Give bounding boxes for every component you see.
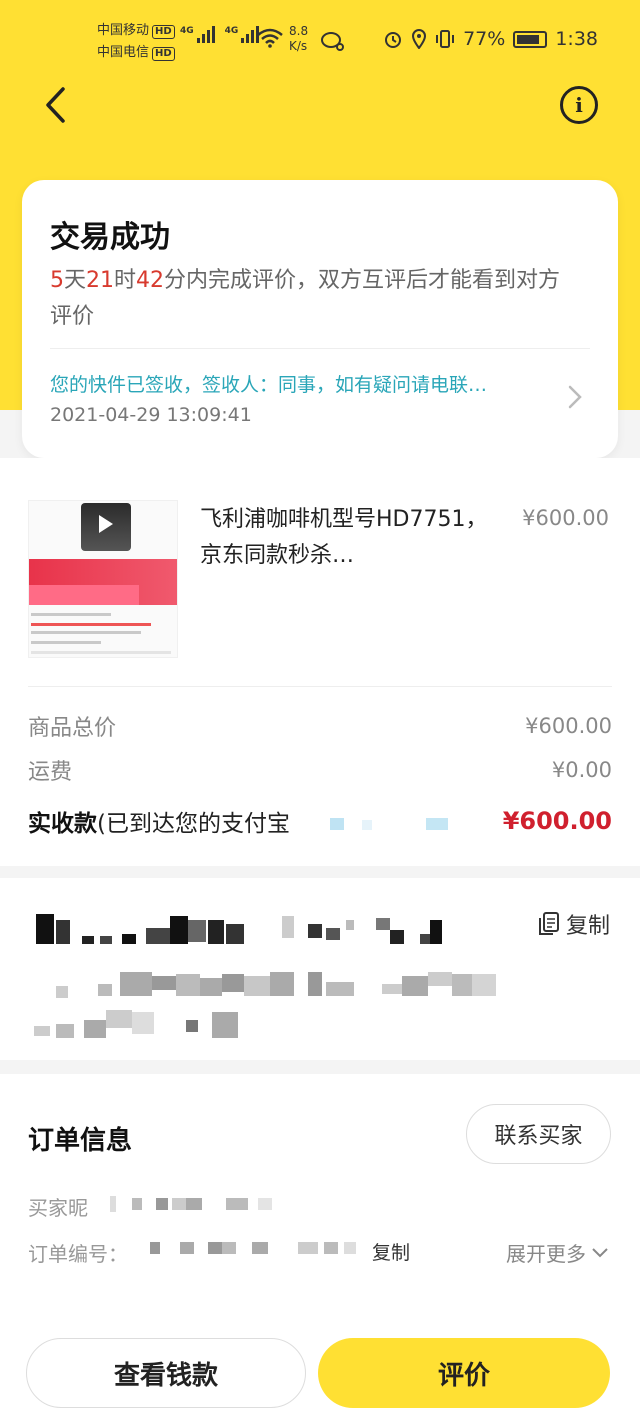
days-unit: 天 xyxy=(64,268,87,293)
chevron-right-icon[interactable] xyxy=(568,385,582,409)
back-button[interactable] xyxy=(38,85,72,125)
received-label-text: 实收款 xyxy=(28,811,97,837)
review-button[interactable]: 评价 xyxy=(318,1338,610,1408)
expand-more-button[interactable]: 展开更多 xyxy=(506,1238,608,1267)
carrier-1: 中国移动 xyxy=(97,23,150,38)
system-status: 77% 1:38 xyxy=(383,28,598,50)
product-section: 飞利浦咖啡机型号HD7751，京东同款秒杀… ¥600.00 商品总价 ¥600… xyxy=(0,458,640,866)
goods-total-value: ¥600.00 xyxy=(525,714,612,738)
order-number-label: 订单编号： xyxy=(28,1242,128,1266)
play-icon xyxy=(99,515,113,533)
chevron-down-icon xyxy=(592,1247,608,1257)
copy-icon xyxy=(538,912,559,935)
speed-value: 8.8 xyxy=(289,24,309,38)
goods-total-row: 商品总价 ¥600.00 xyxy=(28,710,612,742)
express-status-text[interactable]: 您的快件已签收，签收人：同事，如有疑问请电联… xyxy=(50,370,550,397)
chat-bubble-icon xyxy=(321,32,344,51)
promo-banner xyxy=(29,585,139,605)
copy-address-button[interactable]: 复制 xyxy=(538,908,610,940)
transaction-status-card: 交易成功 5天21时42分内完成评价，双方互评后才能看到对方评价 您的快件已签收… xyxy=(22,180,618,458)
countdown-minutes: 42 xyxy=(136,268,165,293)
clock: 1:38 xyxy=(555,28,598,50)
address-section: 复制 xyxy=(0,878,640,1060)
countdown-hours: 21 xyxy=(86,268,115,293)
product-price: ¥600.00 xyxy=(522,506,609,530)
countdown-days: 5 xyxy=(50,268,64,293)
wifi-icon xyxy=(257,28,283,48)
contact-buyer-button[interactable]: 联系买家 xyxy=(466,1104,611,1164)
buyer-nickname-label: 买家昵 xyxy=(28,1196,88,1220)
vibrate-icon xyxy=(436,30,455,48)
alarm-icon xyxy=(385,32,402,48)
hd-badge: HD xyxy=(152,47,175,61)
battery-icon xyxy=(513,30,548,48)
product-title[interactable]: 飞利浦咖啡机型号HD7751，京东同款秒杀… xyxy=(200,502,490,574)
divider xyxy=(28,686,612,687)
carrier-2: 中国电信 xyxy=(97,45,150,60)
signal-icons: 4G 4G xyxy=(180,26,260,43)
review-countdown: 5天21时42分内完成评价，双方互评后才能看到对方评价 xyxy=(50,263,580,335)
shipping-value: ¥0.00 xyxy=(551,758,612,782)
received-value: ¥600.00 xyxy=(502,807,612,835)
network-speed: 8.8 K/s xyxy=(289,24,308,54)
info-button[interactable]: i xyxy=(560,86,598,124)
signal-icon: 4G xyxy=(225,26,260,43)
info-icon: i xyxy=(575,93,583,117)
received-row: 实收款(已到达您的支付宝 ¥600.00 xyxy=(28,804,612,838)
order-info-title: 订单信息 xyxy=(28,1126,133,1156)
express-timestamp: 2021-04-29 13:09:41 xyxy=(50,404,252,426)
speed-unit: K/s xyxy=(289,39,308,53)
goods-total-label: 商品总价 xyxy=(28,716,117,741)
chevron-left-icon xyxy=(46,87,65,123)
shipping-row: 运费 ¥0.00 xyxy=(28,754,612,786)
expand-more-label: 展开更多 xyxy=(506,1242,586,1266)
divider xyxy=(50,348,590,349)
shipping-label: 运费 xyxy=(28,760,73,785)
carrier-info: 中国移动 HD 中国电信 HD xyxy=(97,20,175,64)
received-label: 实收款(已到达您的支付宝 xyxy=(28,804,290,838)
transaction-status-title: 交易成功 xyxy=(50,220,170,255)
net-type: 4G xyxy=(224,26,239,36)
copy-order-number-button[interactable]: 复制 xyxy=(372,1238,410,1265)
received-note: (已到达您的支付宝 xyxy=(97,811,290,837)
product-thumbnail[interactable] xyxy=(28,500,178,658)
copy-label: 复制 xyxy=(565,914,610,939)
signal-icon: 4G xyxy=(180,26,215,43)
net-type: 4G xyxy=(180,26,194,36)
battery-percent: 77% xyxy=(463,28,506,50)
location-icon xyxy=(412,29,427,49)
status-bar: 中国移动 HD 中国电信 HD 4G 4G 8.8 K/s 77% 1:38 xyxy=(0,0,640,80)
view-money-button[interactable]: 查看钱款 xyxy=(26,1338,306,1408)
hd-badge: HD xyxy=(152,25,175,39)
hours-unit: 时 xyxy=(114,268,137,293)
